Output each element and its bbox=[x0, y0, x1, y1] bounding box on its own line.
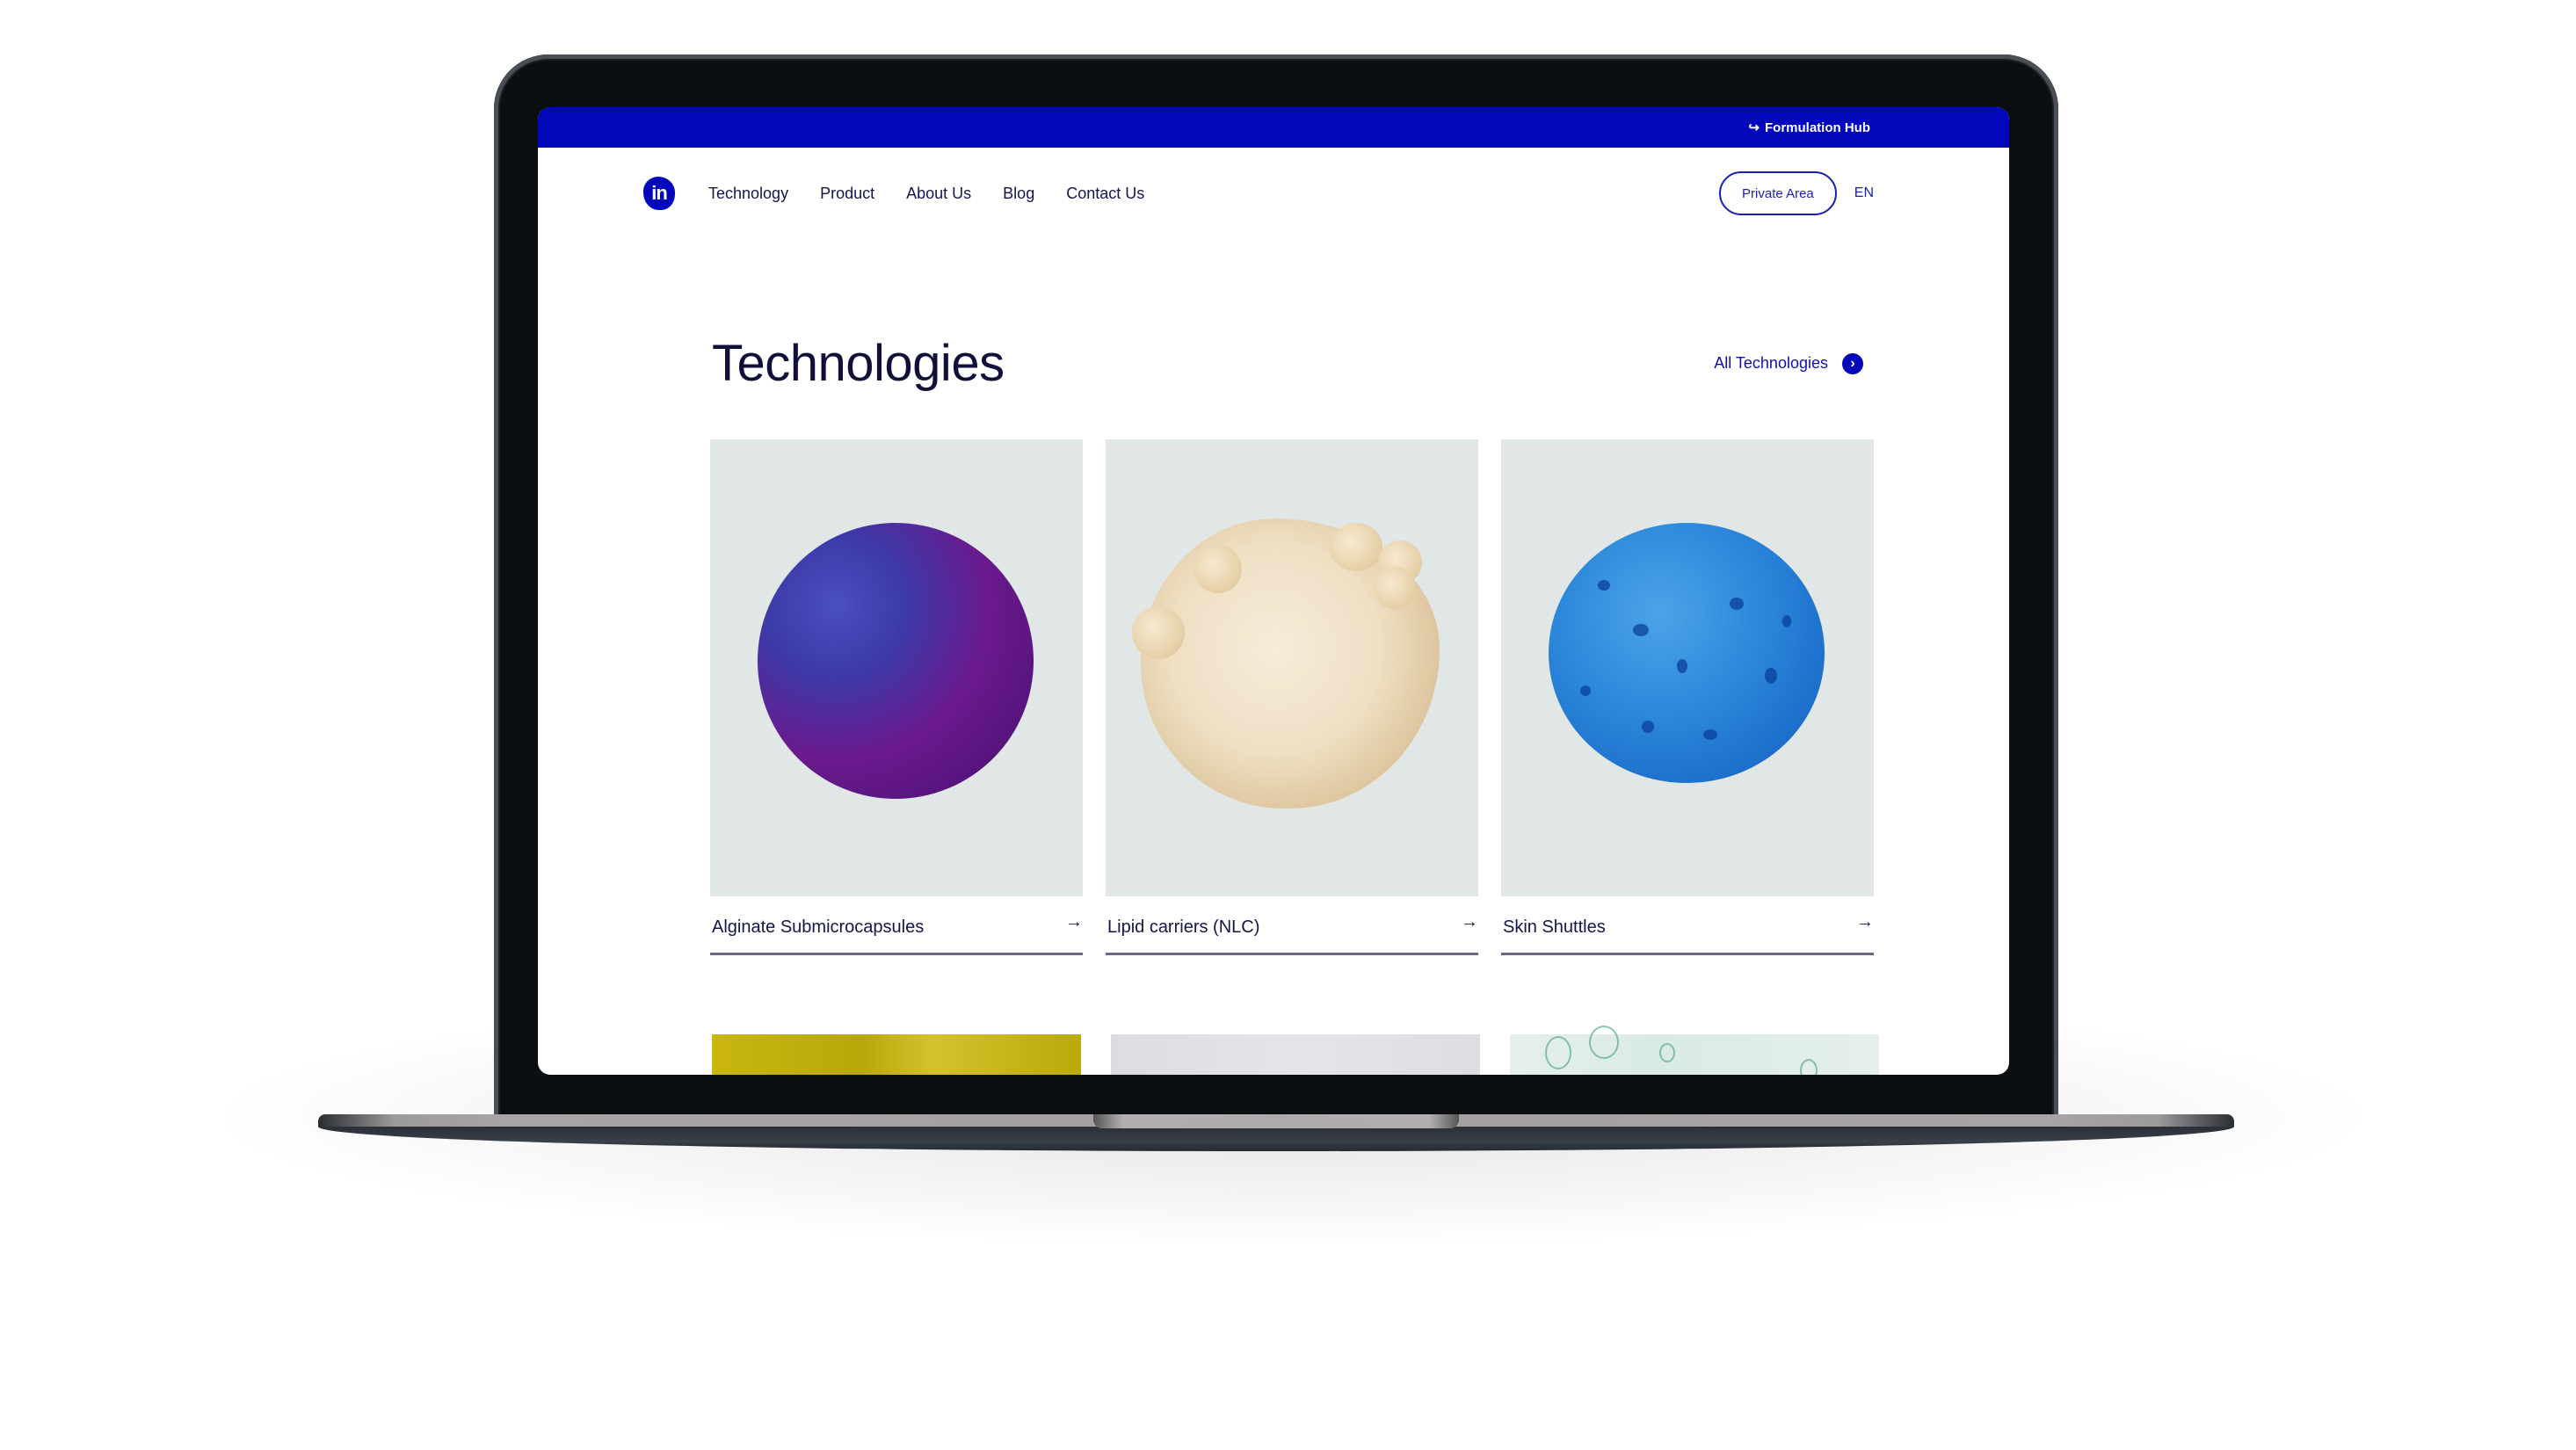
bubble bbox=[1545, 1036, 1571, 1069]
pore bbox=[1782, 615, 1791, 627]
all-technologies-label: All Technologies bbox=[1714, 354, 1828, 372]
nav-link-blog[interactable]: Blog bbox=[1003, 185, 1034, 203]
card-label: Skin Shuttles → bbox=[1501, 896, 1874, 955]
card-label: Lipid carriers (NLC) → bbox=[1106, 896, 1478, 955]
pore bbox=[1703, 729, 1717, 740]
bubble bbox=[1589, 1026, 1619, 1059]
nav-link-technology[interactable]: Technology bbox=[708, 185, 788, 203]
pore bbox=[1633, 624, 1649, 636]
pore bbox=[1598, 580, 1610, 591]
bubble bbox=[1659, 1043, 1675, 1062]
technology-cards: Alginate Submicrocapsules → Lipid carrie… bbox=[710, 439, 1874, 955]
card-image-alginate bbox=[710, 439, 1083, 896]
card-title: Alginate Submicrocapsules bbox=[712, 917, 925, 937]
arrow-right-icon: → bbox=[1856, 912, 1874, 932]
nav-link-about-us[interactable]: About Us bbox=[906, 185, 971, 203]
formulation-hub-link[interactable]: ↪ Formulation Hub bbox=[1748, 120, 1870, 136]
section-header: Technologies All Technologies › bbox=[712, 334, 1863, 393]
card-label: Alginate Submicrocapsules → bbox=[710, 896, 1083, 955]
particle-bump bbox=[1132, 606, 1185, 659]
pore bbox=[1765, 668, 1777, 684]
chevron-right-circle-icon: › bbox=[1842, 352, 1863, 374]
main-nav: in Technology Product About Us Blog Cont… bbox=[538, 148, 2009, 239]
technology-card[interactable]: Skin Shuttles → bbox=[1501, 439, 1874, 955]
nav-right: Private Area EN bbox=[1719, 171, 1874, 215]
all-technologies-link[interactable]: All Technologies › bbox=[1714, 352, 1863, 374]
logo[interactable]: in bbox=[643, 177, 675, 210]
pore bbox=[1642, 721, 1654, 733]
page-title: Technologies bbox=[712, 335, 1005, 392]
arrow-right-icon: → bbox=[1065, 912, 1083, 932]
nav-link-product[interactable]: Product bbox=[820, 185, 874, 203]
green-bubbles-image[interactable] bbox=[1510, 1026, 1879, 1075]
card-title: Skin Shuttles bbox=[1503, 917, 1606, 937]
laptop-base bbox=[318, 1114, 2234, 1160]
grey-droplets-image[interactable] bbox=[1111, 1034, 1480, 1075]
card-image-skin-shuttles bbox=[1501, 439, 1874, 896]
logo-text: in bbox=[651, 182, 668, 204]
formulation-hub-label: Formulation Hub bbox=[1765, 120, 1870, 135]
pore bbox=[1580, 685, 1591, 696]
private-area-button[interactable]: Private Area bbox=[1719, 171, 1837, 215]
particle-bump bbox=[1330, 523, 1382, 571]
arrow-hook-right-icon: ↪ bbox=[1748, 120, 1760, 135]
next-row-cards bbox=[712, 1026, 1879, 1075]
language-selector[interactable]: EN bbox=[1854, 185, 1874, 201]
pore bbox=[1677, 659, 1687, 673]
purple-sphere-image bbox=[758, 523, 1034, 799]
card-image-lipid bbox=[1106, 439, 1478, 896]
top-utility-bar: ↪ Formulation Hub bbox=[538, 107, 2009, 148]
yellow-oil-image[interactable] bbox=[712, 1034, 1081, 1075]
particle-bump bbox=[1374, 567, 1416, 609]
laptop-base-bottom bbox=[318, 1127, 2234, 1151]
laptop-screen: ↪ Formulation Hub in Technology Product … bbox=[538, 107, 2009, 1075]
nav-link-contact-us[interactable]: Contact Us bbox=[1066, 185, 1144, 203]
arrow-right-icon: → bbox=[1461, 912, 1478, 932]
nav-links: Technology Product About Us Blog Contact… bbox=[708, 185, 1144, 203]
blue-porous-sphere-image bbox=[1549, 523, 1825, 783]
laptop-opening-notch bbox=[1093, 1114, 1459, 1128]
card-title: Lipid carriers (NLC) bbox=[1107, 917, 1260, 937]
technology-card[interactable]: Lipid carriers (NLC) → bbox=[1106, 439, 1478, 955]
particle-bump bbox=[1194, 545, 1242, 593]
technology-card[interactable]: Alginate Submicrocapsules → bbox=[710, 439, 1083, 955]
pore bbox=[1730, 598, 1744, 610]
bubble bbox=[1800, 1059, 1818, 1075]
